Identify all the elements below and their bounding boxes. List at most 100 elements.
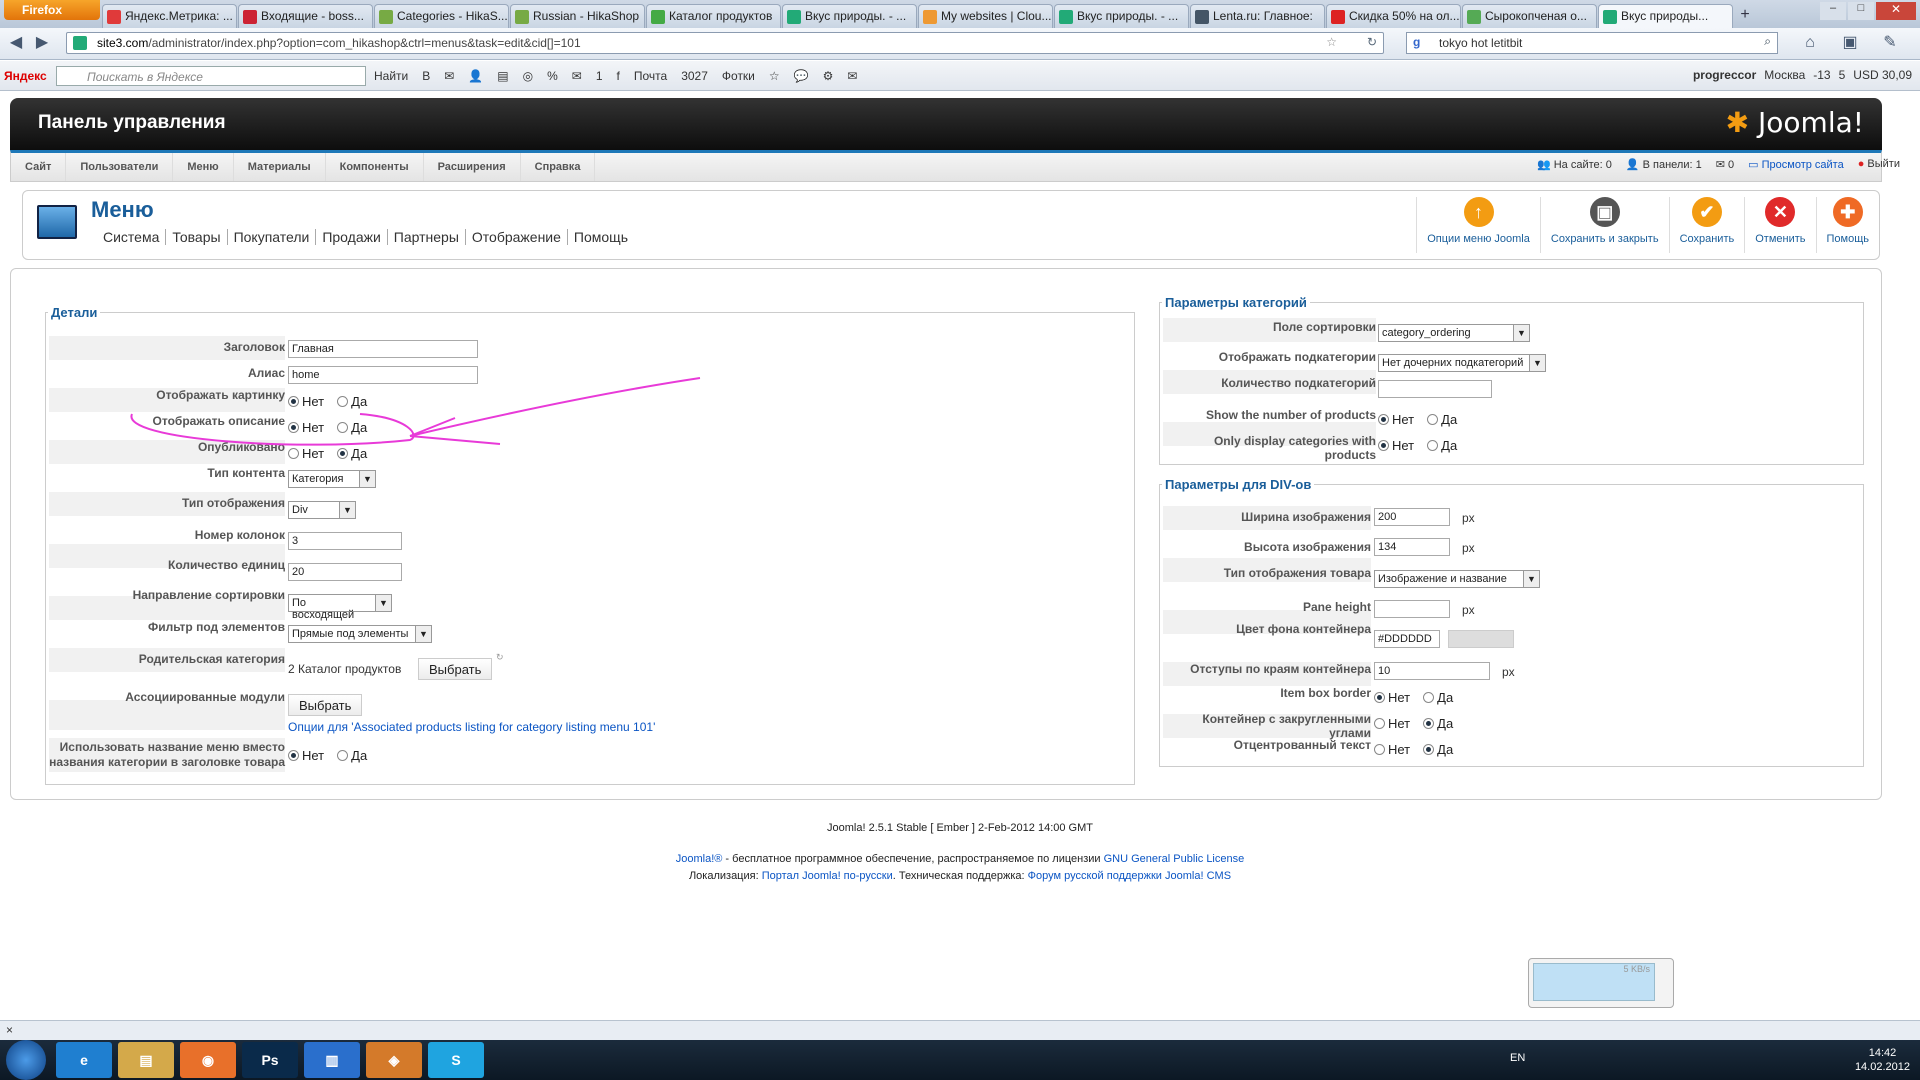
messages-count[interactable]: ✉ 0 <box>1716 158 1734 171</box>
main-menu-item[interactable]: Расширения <box>424 153 521 181</box>
submenu-item[interactable]: Продажи <box>316 229 388 245</box>
forward-arrow-icon[interactable]: ▶ <box>32 34 52 54</box>
published-no-radio[interactable] <box>288 448 299 459</box>
centered-no-radio[interactable] <box>1374 744 1385 755</box>
bg-input[interactable]: #DDDDDD <box>1374 630 1440 648</box>
submenu-item[interactable]: Система <box>97 229 167 245</box>
taskbar-app-icon[interactable]: ◈ <box>366 1042 422 1078</box>
firefox-menu-button[interactable]: Firefox <box>4 0 100 20</box>
taskbar-app-icon[interactable]: ▥ <box>304 1042 360 1078</box>
logout-link[interactable]: ● Выйти <box>1858 158 1900 171</box>
bg-color-swatch[interactable] <box>1448 630 1514 648</box>
show-image-no-radio[interactable] <box>288 396 299 407</box>
browser-tab[interactable]: Каталог продуктов <box>646 4 781 28</box>
yandex-bar-item[interactable]: ⚙ <box>823 69 834 83</box>
pane-input[interactable] <box>1374 600 1450 618</box>
browser-tab[interactable]: Яндекс.Метрика: ... <box>102 4 237 28</box>
img-width-input[interactable]: 200 <box>1374 508 1450 526</box>
border-yes-radio[interactable] <box>1423 692 1435 703</box>
yandex-bar-item[interactable]: Почта <box>634 69 667 83</box>
filter-select[interactable]: Прямые под элементы ▼ <box>288 625 432 643</box>
home-icon[interactable]: ⌂ <box>1800 34 1820 54</box>
joomla-link[interactable]: Joomla!® <box>676 853 723 865</box>
yandex-bar-item[interactable]: 1 <box>596 69 603 83</box>
yandex-bar-item[interactable]: f <box>617 69 620 83</box>
parent-choose-button[interactable]: Выбрать <box>418 658 493 680</box>
toolbar-button[interactable]: ✔ Сохранить <box>1668 197 1745 253</box>
sort-dir-select[interactable]: По восходящей ▼ <box>288 594 392 621</box>
close-window-button[interactable]: ✕ <box>1876 2 1916 20</box>
border-no-radio[interactable] <box>1374 692 1385 703</box>
submenu-item[interactable]: Отображение <box>466 229 568 245</box>
minimize-button[interactable]: – <box>1820 2 1846 20</box>
main-menu-item[interactable]: Пользователи <box>66 153 174 181</box>
browser-tab[interactable]: Вкус природы. - ... <box>782 4 917 28</box>
items-input[interactable]: 20 <box>288 563 402 581</box>
content-type-select[interactable]: Категория ▼ <box>288 470 376 488</box>
toolbar-button[interactable]: ↑ Опции меню Joomla <box>1416 197 1540 253</box>
support-link[interactable]: Форум русской поддержки Joomla! CMS <box>1028 870 1231 882</box>
padding-input[interactable]: 10 <box>1374 662 1490 680</box>
display-type-select[interactable]: Div ▼ <box>288 501 356 519</box>
yandex-bar-item[interactable]: 3027 <box>681 69 708 83</box>
yandex-bar-item[interactable]: ▤ <box>497 69 508 83</box>
main-menu-item[interactable]: Справка <box>521 153 596 181</box>
main-menu-item[interactable]: Компоненты <box>326 153 424 181</box>
search-icon[interactable]: ⌕ <box>1764 34 1771 49</box>
yandex-find-button[interactable]: Найти <box>374 69 408 83</box>
start-button[interactable] <box>6 1040 46 1080</box>
show-desc-yes-radio[interactable] <box>337 422 349 433</box>
sub-count-input[interactable] <box>1378 380 1492 398</box>
assoc-choose-button[interactable]: Выбрать <box>288 694 363 716</box>
submenu-item[interactable]: Партнеры <box>388 229 466 245</box>
alias-input[interactable]: home <box>288 366 478 384</box>
toolbar-button[interactable]: ▣ Сохранить и закрыть <box>1539 197 1669 253</box>
tray-language[interactable]: EN <box>1510 1052 1525 1064</box>
browser-tab[interactable]: Russian - HikaShop <box>510 4 645 28</box>
browser-tab[interactable]: My websites | Clou... <box>918 4 1053 28</box>
yandex-bar-item[interactable]: Фотки <box>722 69 755 83</box>
back-arrow-icon[interactable]: ◀ <box>6 34 26 54</box>
assoc-options-link[interactable]: Опции для 'Associated products listing f… <box>288 720 655 734</box>
use-menu-name-no-radio[interactable] <box>288 750 299 761</box>
submenu-item[interactable]: Товары <box>166 229 228 245</box>
browser-tab[interactable]: Скидка 50% на ол... <box>1326 4 1461 28</box>
show-desc-no-radio[interactable] <box>288 422 299 433</box>
browser-tab[interactable]: Вкус природы. - ... <box>1054 4 1189 28</box>
browser-tab[interactable]: Сырокопченая о... <box>1462 4 1597 28</box>
yandex-bar-item[interactable]: ◎ <box>523 69 533 83</box>
title-input[interactable]: Главная <box>288 340 478 358</box>
bookmark-star-icon[interactable]: ☆ <box>1326 35 1337 49</box>
yandex-bar-item[interactable]: ✉ <box>444 69 454 83</box>
taskbar-app-icon[interactable]: ▤ <box>118 1042 174 1078</box>
gpl-link[interactable]: GNU General Public License <box>1104 853 1245 865</box>
taskbar-app-icon[interactable]: e <box>56 1042 112 1078</box>
yandex-city[interactable]: Москва <box>1764 68 1805 82</box>
only-with-no-radio[interactable] <box>1378 440 1389 451</box>
show-num-yes-radio[interactable] <box>1427 414 1439 425</box>
columns-input[interactable]: 3 <box>288 532 402 550</box>
yandex-bar-item[interactable]: ✉ <box>847 69 857 83</box>
yandex-bar-item[interactable]: В <box>422 69 430 83</box>
view-site-link[interactable]: ▭ Просмотр сайта <box>1748 158 1844 171</box>
show-image-yes-radio[interactable] <box>337 396 349 407</box>
toolbar-button[interactable]: ✕ Отменить <box>1744 197 1815 253</box>
show-sub-select[interactable]: Нет дочерних подкатегорий ▼ <box>1378 354 1546 372</box>
network-widget[interactable]: 5 KB/s <box>1528 958 1674 1008</box>
toolbar-button[interactable]: ✚ Помощь <box>1815 197 1880 253</box>
main-menu-item[interactable]: Сайт <box>11 153 67 181</box>
maximize-button[interactable]: □ <box>1848 2 1874 20</box>
yandex-bar-item[interactable]: ✉ <box>572 69 582 83</box>
yandex-bar-item[interactable]: 👤 <box>468 69 483 83</box>
main-menu-item[interactable]: Материалы <box>234 153 326 181</box>
yandex-logo[interactable]: Яндекс <box>0 69 56 83</box>
main-menu-item[interactable]: Меню <box>173 153 234 181</box>
system-clock[interactable]: 14:42 14.02.2012 <box>1855 1046 1910 1074</box>
search-field[interactable]: g tokyo hot letitbit ⌕ <box>1406 32 1778 54</box>
yandex-bar-item[interactable]: ☆ <box>769 69 780 83</box>
yandex-bar-item[interactable]: 💬 <box>794 69 809 83</box>
yandex-temp[interactable]: -13 <box>1813 68 1830 82</box>
yandex-user[interactable]: progreccor <box>1693 68 1756 82</box>
yandex-bar-item[interactable]: % <box>547 69 558 83</box>
submenu-item[interactable]: Покупатели <box>228 229 317 245</box>
